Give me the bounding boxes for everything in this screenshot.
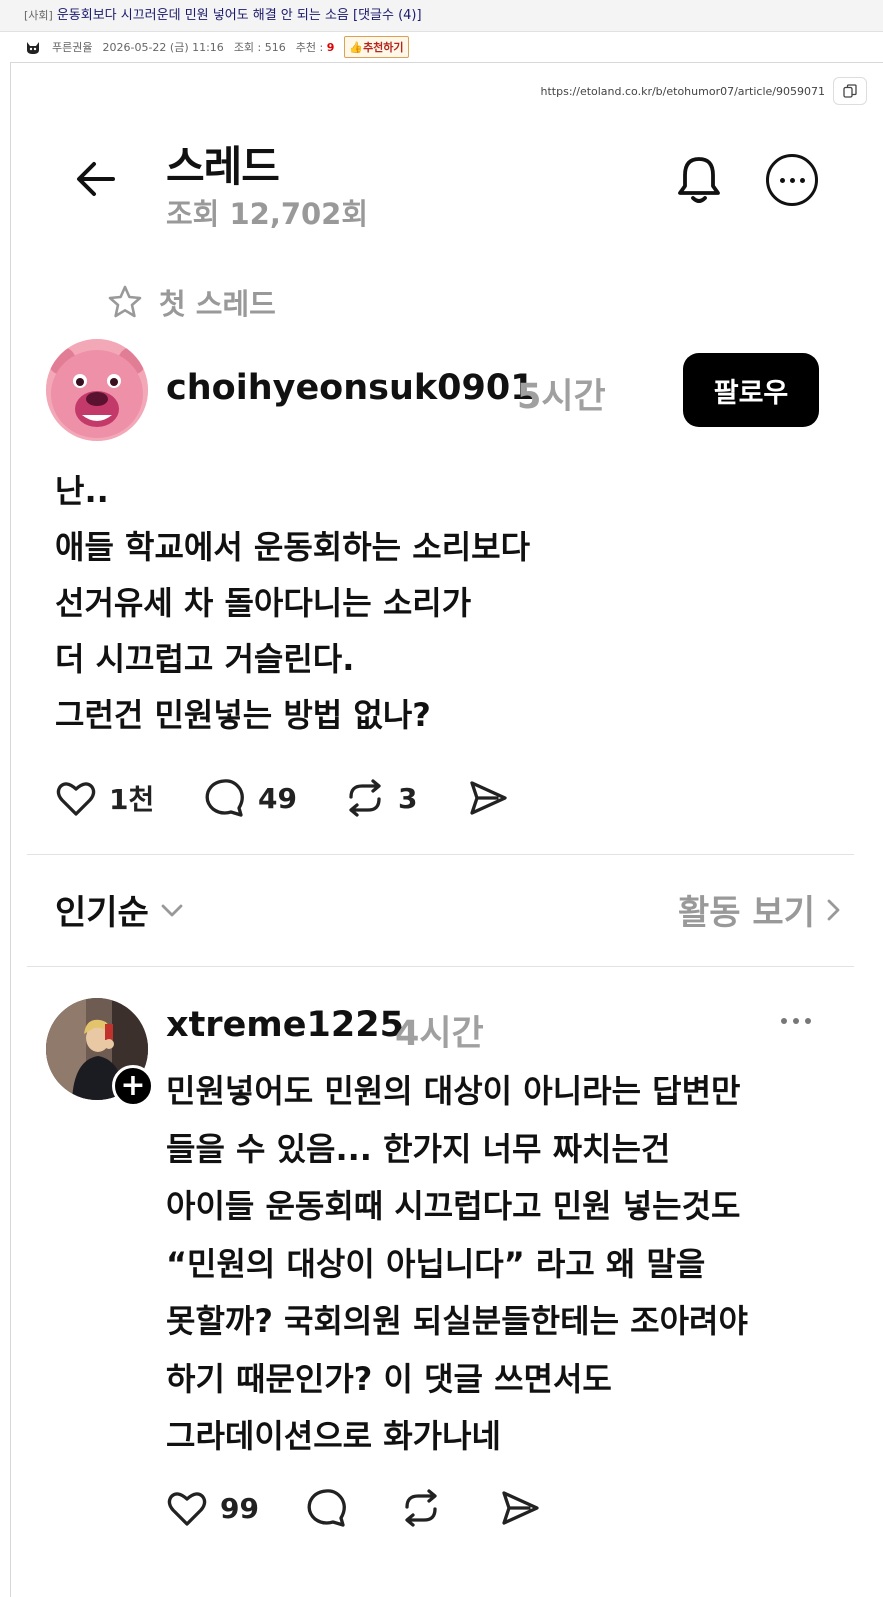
post-author[interactable]: 푸른권율 (52, 39, 92, 55)
reply-text-line: 하기 때문인가? 이 댓글 쓰면서도 (166, 1359, 612, 1398)
dot-icon (793, 1018, 799, 1024)
reply-text-line: 그라데이션으로 화가나네 (166, 1417, 501, 1455)
reply-text-line: 민원넣어도 민원의 대상이 아니라는 답변만 (166, 1072, 741, 1110)
post-views: 조회 : 516 (233, 41, 286, 54)
view-activity-link[interactable]: 활동 보기 (678, 885, 843, 934)
post-text: 난.. 애들 학교에서 운동회하는 소리보다 선거유세 차 돌아다니는 소리가 … (55, 463, 675, 743)
reply-text-line: 아이들 운동회때 시끄럽다고 민원 넣는것도 (166, 1187, 741, 1225)
reply-share-button[interactable] (499, 1488, 541, 1528)
repost-icon (349, 779, 381, 817)
reply-like-button[interactable]: 99 (166, 1488, 259, 1528)
article-url[interactable]: https://etoland.co.kr/b/etohumor07/artic… (541, 85, 825, 98)
first-thread-tag: 첫 스레드 (107, 281, 276, 323)
url-bar: https://etoland.co.kr/b/etohumor07/artic… (541, 77, 867, 105)
post-time: 5시간 (517, 377, 606, 417)
star-icon (108, 285, 142, 318)
reply-text: 민원넣어도 민원의 대상이 아니라는 답변만 들을 수 있음... 한가지 너무… (166, 1063, 856, 1466)
reply-username[interactable]: xtreme1225 (166, 1005, 404, 1045)
repost-button[interactable]: 3 (344, 778, 417, 818)
threads-screenshot: https://etoland.co.kr/b/etohumor07/artic… (10, 62, 883, 1597)
copy-icon (843, 84, 857, 98)
follow-plus-button[interactable]: + (112, 1065, 154, 1107)
like-count: 1천 (109, 783, 155, 816)
post-text-line: 애들 학교에서 운동회하는 소리보다 (55, 528, 531, 566)
reply-time: 4시간 (395, 1014, 484, 1054)
page-title: 스레드 (166, 142, 280, 191)
divider (27, 854, 854, 855)
recommend-count: 9 (326, 41, 335, 54)
chevron-right-icon (827, 899, 840, 920)
post-username[interactable]: choihyeonsuk0901 (166, 368, 535, 408)
post-recommend: 추천 : 9 (296, 39, 335, 55)
dot-icon (789, 177, 795, 183)
notifications-button[interactable] (673, 153, 725, 207)
reply-repost-button[interactable] (400, 1488, 442, 1528)
dot-icon (805, 1018, 811, 1024)
repost-count: 3 (398, 781, 418, 815)
comment-bubble-icon (307, 1489, 346, 1527)
reply-like-count: 99 (220, 1491, 259, 1525)
view-count: 조회 12,702회 (166, 197, 369, 231)
chevron-down-icon (161, 904, 183, 916)
post-text-line: 그런건 민원넣는 방법 없나? (55, 696, 431, 734)
like-button[interactable]: 1천 (55, 778, 154, 818)
reply-comment-button[interactable] (306, 1488, 348, 1528)
comment-button[interactable]: 49 (204, 778, 297, 818)
divider (27, 966, 854, 967)
post-text-line: 선거유세 차 돌아다니는 소리가 (55, 584, 472, 622)
recommend-label: 추천 : (295, 41, 324, 54)
bell-icon (678, 157, 720, 203)
repost-icon (405, 1489, 437, 1527)
copy-url-button[interactable] (833, 77, 867, 105)
post-text-line: 더 시끄럽고 거슬린다. (55, 640, 355, 678)
forum-post-title: [사회] 운동회보다 시끄러운데 민원 넣어도 해결 안 되는 소음 [댓글수 (… (0, 0, 883, 32)
back-button[interactable] (73, 156, 119, 202)
recommend-button-label: 추천하기 (363, 41, 404, 54)
comment-count: 49 (258, 781, 297, 815)
activity-label: 활동 보기 (678, 893, 815, 933)
sort-label: 인기순 (55, 893, 149, 933)
cat-icon (24, 38, 42, 56)
post-text-line: 난.. (55, 472, 109, 510)
post-datetime: 2026-05-22 (금) 11:16 (102, 41, 224, 54)
pink-bear-avatar (46, 339, 148, 441)
send-icon (502, 1491, 539, 1525)
dot-icon (779, 177, 785, 183)
reply-text-line: “민원의 대상이 아닙니다” 라고 왜 말을 (166, 1244, 706, 1283)
heart-icon (167, 1492, 207, 1526)
comment-bubble-icon (205, 779, 244, 817)
reply-more-options-button[interactable] (781, 1018, 811, 1024)
sort-dropdown[interactable]: 인기순 (55, 885, 185, 934)
reply-text-line: 들을 수 있음... 한가지 너무 짜치는건 (166, 1129, 671, 1168)
send-icon (470, 781, 507, 815)
recommend-button[interactable]: 👍추천하기 (344, 36, 409, 58)
reply-text-line: 못할까? 국회의원 되실분들한테는 조아려야 (166, 1302, 748, 1340)
first-thread-label: 첫 스레드 (159, 287, 276, 321)
share-button[interactable] (467, 778, 509, 818)
avatar[interactable] (46, 339, 148, 441)
post-subject[interactable]: 운동회보다 시끄러운데 민원 넣어도 해결 안 되는 소음 [댓글수 (4)] (57, 8, 422, 23)
more-options-button[interactable] (766, 154, 818, 206)
plus-icon: + (120, 1068, 146, 1103)
follow-button[interactable]: 팔로우 (683, 353, 819, 427)
post-category: [사회] (24, 9, 53, 22)
arrow-left-icon (77, 162, 115, 196)
dot-icon (799, 177, 805, 183)
post-meta: 푸른권율 2026-05-22 (금) 11:16 조회 : 516 추천 : … (24, 34, 409, 60)
heart-icon (56, 782, 96, 816)
dot-icon (781, 1018, 787, 1024)
